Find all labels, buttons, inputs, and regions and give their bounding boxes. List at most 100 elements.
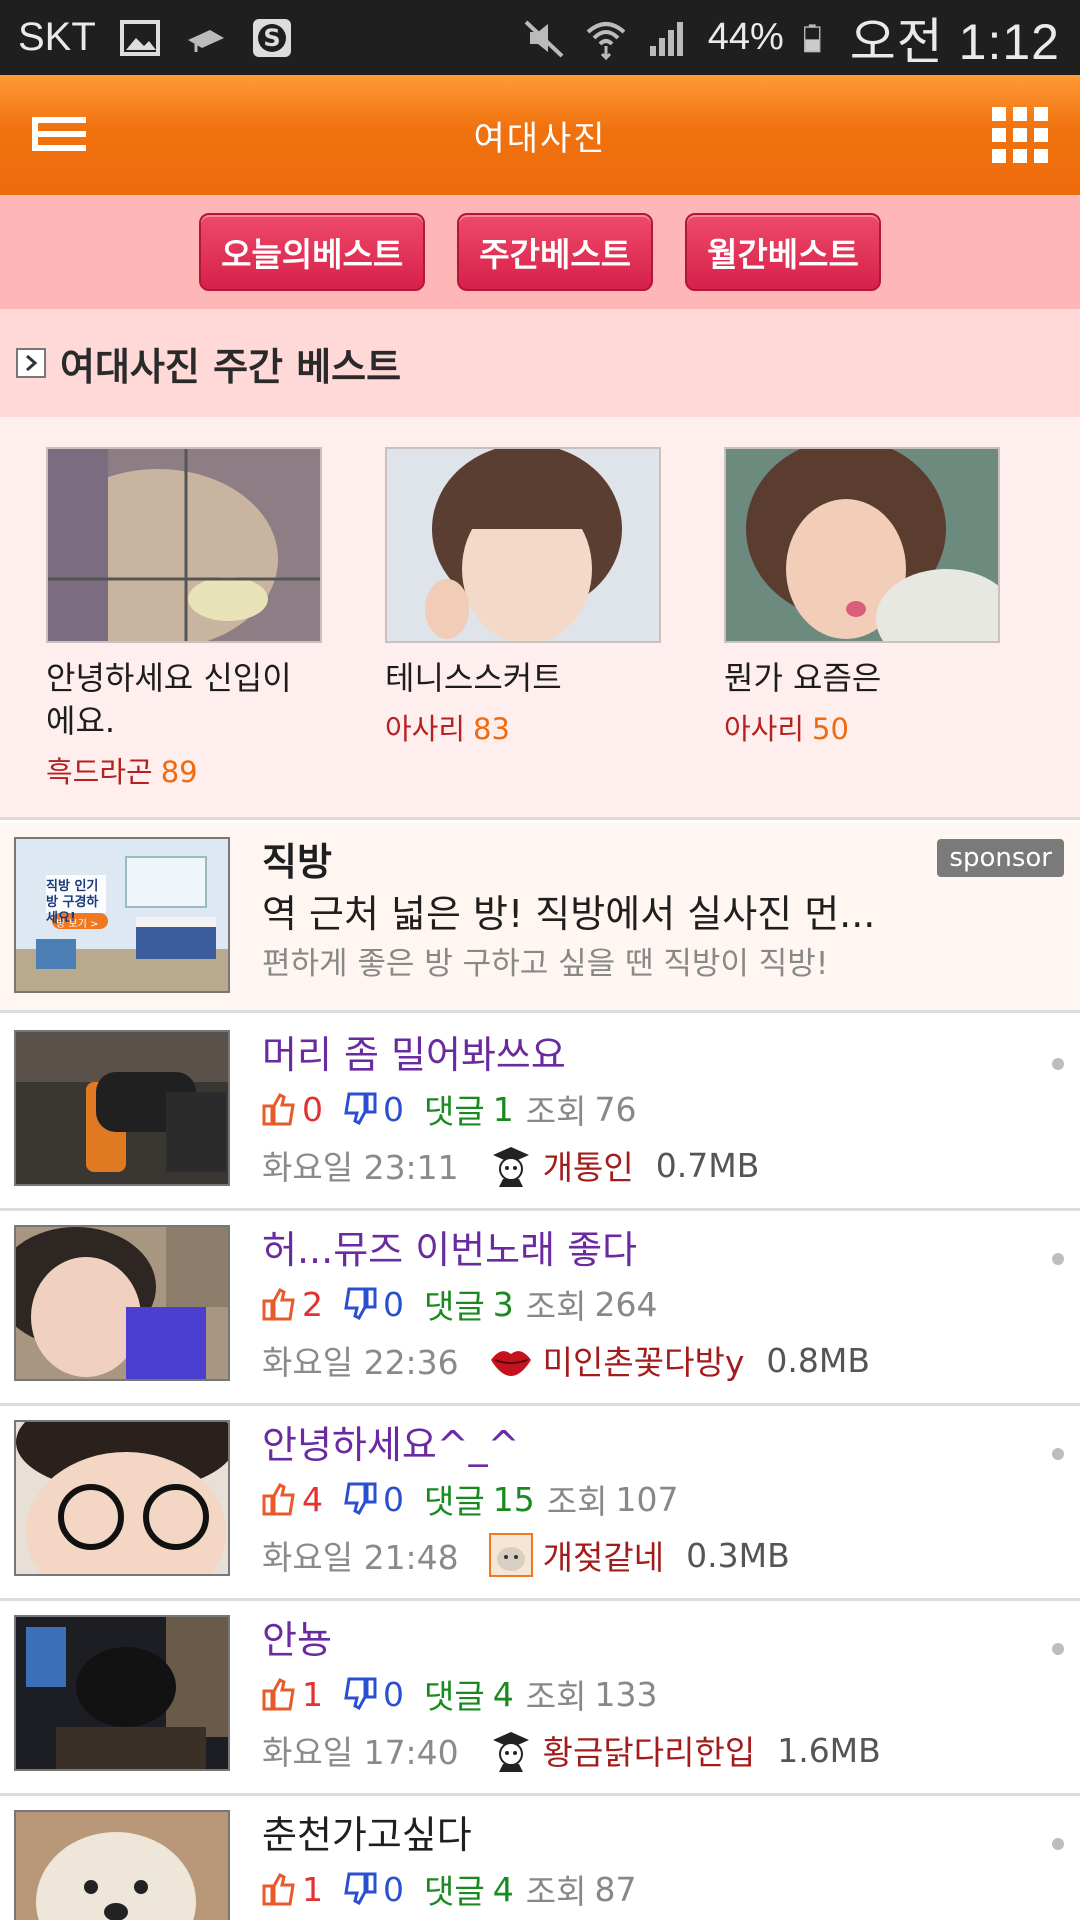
dislike-count: 0 [383, 1089, 404, 1129]
best-gallery: 안녕하세요 신입이 에요. 흑드라곤 89 테니스스커트 아사리 83 뭔가 요즘은… [0, 417, 1080, 820]
post-meta: 화요일 23:11 개통인 0.7MB [262, 1142, 1060, 1188]
post-thumbnail[interactable] [14, 1225, 230, 1381]
menu-icon[interactable] [28, 109, 92, 163]
post-time: 화요일 23:11 [262, 1148, 459, 1187]
post-stats: 1 0 댓글 4 조회 87 [262, 1868, 1060, 1911]
best-author: 흑드라곤 [46, 755, 153, 789]
section-header: 여대사진 주간 베스트 [0, 309, 1080, 417]
signal-icon [649, 21, 683, 56]
photo-avatar-icon [488, 1533, 533, 1577]
app-title: 여대사진 [473, 118, 607, 159]
tab-today-best[interactable]: 오늘의베스트 [199, 213, 426, 291]
best-meta: 흑드라곤 89 [46, 749, 322, 791]
like-count: 4 [302, 1479, 323, 1519]
sponsor-subtext: 편하게 좋은 방 구하고 싶을 땐 직방이 직방! [262, 946, 829, 982]
best-item[interactable]: 뭔가 요즘은 아사리 50 [724, 447, 1000, 748]
post-time: 화요일 22:36 [262, 1343, 459, 1382]
list-item[interactable]: 안뇽 1 0 댓글 4 조회 133 화요일 17:40 황금닭다리한입 1.6MB [0, 1601, 1080, 1796]
views-label: 조회 [525, 1872, 587, 1911]
wifi-icon [586, 21, 626, 60]
lips-avatar-icon [490, 1351, 531, 1376]
list-item[interactable]: 머리 좀 밀어봐쓰요 0 0 댓글 1 조회 76 화요일 23:11 개통인 0.… [0, 1016, 1080, 1211]
app-header: 여대사진 [0, 75, 1080, 195]
sponsor-row[interactable]: 직방 인기방 구경하세요! 방 보기 > 직방 역 근처 넓은 방! 직방에서 … [0, 823, 1080, 1013]
view-count: 87 [594, 1869, 637, 1909]
post-size: 0.3MB [686, 1535, 790, 1575]
sponsor-thumbnail[interactable]: 직방 인기방 구경하세요! 방 보기 > [14, 837, 230, 993]
comment-count: 4 [492, 1674, 514, 1714]
list-item[interactable]: 춘천가고싶다 1 0 댓글 4 조회 87 [0, 1796, 1080, 1920]
like-count: 0 [302, 1089, 323, 1129]
thumbs-up-icon[interactable] [262, 1482, 296, 1516]
best-count: 89 [160, 755, 198, 789]
post-author[interactable]: 미인촌꽃다방y [543, 1336, 745, 1384]
post-author[interactable]: 개통인 [543, 1141, 634, 1189]
post-thumbnail[interactable] [14, 1615, 230, 1771]
post-title[interactable]: 안뇽 [262, 1615, 1060, 1665]
best-thumbnail[interactable] [385, 447, 661, 643]
sponsor-badge: sponsor [937, 839, 1064, 877]
thumbs-down-icon[interactable] [343, 1287, 377, 1321]
like-count: 1 [302, 1674, 323, 1714]
svg-text:S: S [263, 24, 280, 52]
best-count: 83 [473, 712, 510, 746]
sponsor-thumb-button: 방 보기 > [56, 919, 99, 930]
best-caption: 테니스스커트 [385, 659, 562, 697]
best-meta: 아사리 83 [385, 706, 661, 748]
post-time: 화요일 21:48 [262, 1538, 459, 1577]
comment-count: 3 [492, 1284, 514, 1324]
chevron-right-icon[interactable] [16, 348, 46, 378]
views-label: 조회 [525, 1287, 587, 1326]
best-thumbnail[interactable] [724, 447, 1000, 643]
post-stats: 2 0 댓글 3 조회 264 [262, 1283, 1060, 1326]
like-count: 2 [302, 1284, 323, 1324]
view-count: 107 [615, 1479, 679, 1519]
row-dot-indicator [1052, 1058, 1064, 1070]
battery-percent: 44% [707, 16, 784, 58]
post-title[interactable]: 안녕하세요^_^ [262, 1420, 1060, 1470]
comments-label: 댓글 [424, 1482, 485, 1521]
thumbs-down-icon[interactable] [343, 1482, 377, 1516]
thumbs-up-icon[interactable] [262, 1872, 296, 1906]
post-title[interactable]: 허...뮤즈 이번노래 좋다 [262, 1225, 1060, 1275]
best-thumbnail[interactable] [46, 447, 322, 643]
best-item[interactable]: 테니스스커트 아사리 83 [385, 447, 661, 748]
post-title[interactable]: 춘천가고싶다 [262, 1810, 1060, 1860]
thumbs-up-icon[interactable] [262, 1287, 296, 1321]
thumbs-down-icon[interactable] [343, 1872, 377, 1906]
dislike-count: 0 [383, 1479, 404, 1519]
best-item[interactable]: 안녕하세요 신입이 에요. 흑드라곤 89 [46, 447, 322, 791]
battery-icon [803, 23, 821, 52]
post-thumbnail[interactable] [14, 1030, 230, 1186]
post-title[interactable]: 머리 좀 밀어봐쓰요 [262, 1030, 1060, 1080]
post-meta: 화요일 21:48 개젖같네 0.3MB [262, 1532, 1060, 1578]
grid-icon[interactable] [990, 105, 1050, 165]
best-caption: 안녕하세요 신입이 에요. [46, 659, 292, 740]
dislike-count: 0 [383, 1284, 404, 1324]
tab-weekly-best[interactable]: 주간베스트 [457, 213, 654, 291]
thumbs-down-icon[interactable] [343, 1677, 377, 1711]
status-bar: SKT S 44% 오전 1:12 [0, 0, 1080, 75]
comments-label: 댓글 [424, 1677, 485, 1716]
tab-monthly-best[interactable]: 월간베스트 [685, 213, 881, 291]
post-thumbnail[interactable] [14, 1810, 230, 1920]
thumbs-up-icon[interactable] [262, 1677, 296, 1711]
post-author[interactable]: 황금닭다리한입 [543, 1726, 756, 1774]
thumbs-up-icon[interactable] [262, 1092, 296, 1126]
post-stats: 1 0 댓글 4 조회 133 [262, 1673, 1060, 1716]
comment-count: 15 [492, 1479, 535, 1519]
post-thumbnail[interactable] [14, 1420, 230, 1576]
mute-icon [524, 20, 564, 57]
comments-label: 댓글 [424, 1092, 485, 1131]
row-dot-indicator [1052, 1643, 1064, 1655]
view-count: 76 [594, 1089, 637, 1129]
list-item[interactable]: 안녕하세요^_^ 4 0 댓글 15 조회 107 화요일 21:48 개젖같네 0… [0, 1406, 1080, 1601]
dislike-count: 0 [383, 1674, 404, 1714]
post-author[interactable]: 개젖같네 [543, 1531, 664, 1579]
gallery-icon [119, 19, 160, 56]
best-tabs: 오늘의베스트 주간베스트 월간베스트 [0, 195, 1080, 309]
list-item[interactable]: 허...뮤즈 이번노래 좋다 2 0 댓글 3 조회 264 화요일 22:36 미… [0, 1211, 1080, 1406]
views-label: 조회 [525, 1092, 587, 1131]
post-stats: 4 0 댓글 15 조회 107 [262, 1478, 1060, 1521]
thumbs-down-icon[interactable] [343, 1092, 377, 1126]
